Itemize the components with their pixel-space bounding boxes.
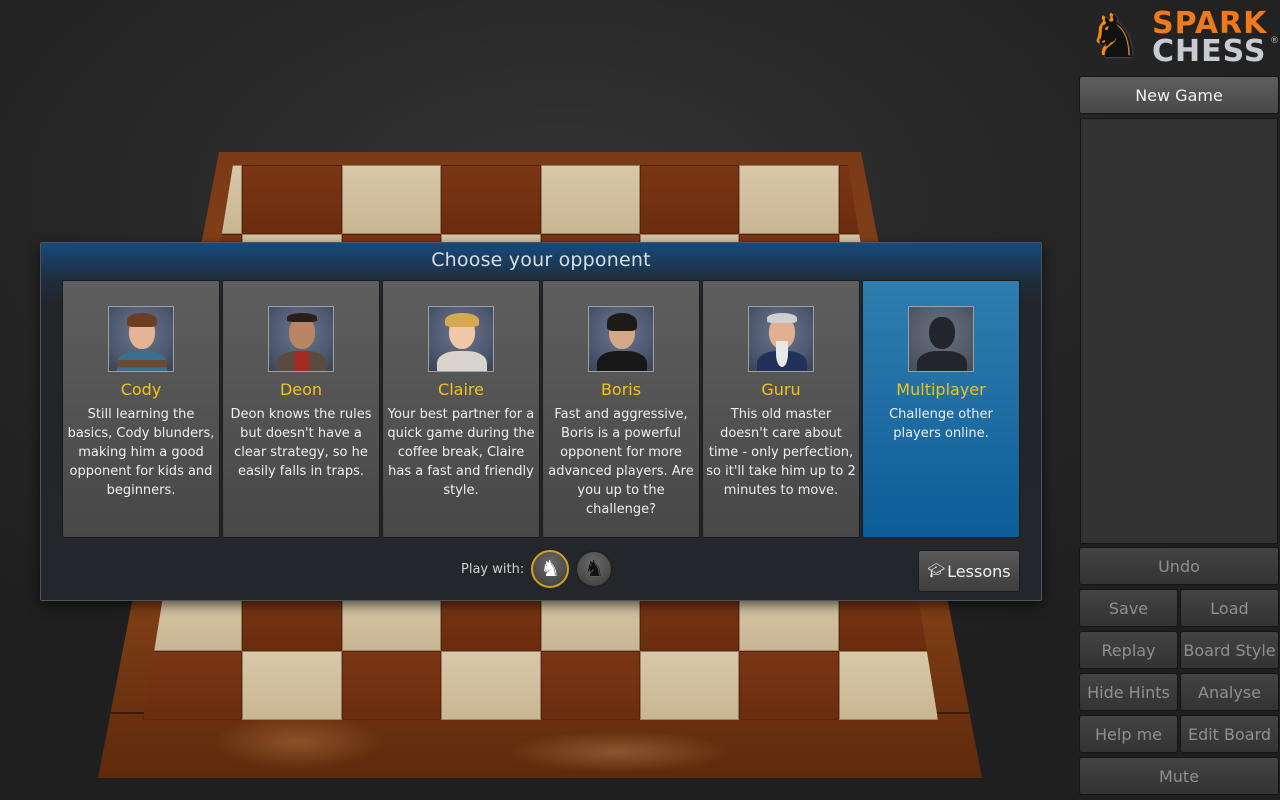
opponent-description: Deon knows the rules but doesn't have a … <box>230 407 372 479</box>
lessons-label: Lessons <box>947 561 1011 581</box>
analyse-button[interactable]: Analyse <box>1180 673 1279 711</box>
load-button[interactable]: Load <box>1180 589 1279 627</box>
edit-board-button[interactable]: Edit Board <box>1180 715 1279 753</box>
board-square[interactable] <box>143 650 243 720</box>
logo-text-chess: CHESS <box>1152 34 1267 69</box>
board-square[interactable] <box>540 650 640 720</box>
hide-hints-button[interactable]: Hide Hints <box>1079 673 1178 711</box>
opponent-name: Guru <box>761 380 801 399</box>
board-square[interactable] <box>341 165 442 235</box>
opponent-name: Deon <box>279 380 323 399</box>
white-knight-icon: ♞ <box>540 556 561 582</box>
board-square[interactable] <box>739 650 839 720</box>
black-knight-icon: ♞ <box>584 556 605 582</box>
board-square[interactable] <box>540 165 640 235</box>
opponent-name: Claire <box>438 380 484 399</box>
play-with-selector: Play with: ♞ ♞ <box>461 550 614 588</box>
dialog-title: Choose your opponent <box>431 249 651 271</box>
opponent-name: Cody <box>120 380 162 399</box>
board-square[interactable] <box>739 165 839 235</box>
board-square[interactable] <box>242 165 342 235</box>
board-square[interactable] <box>441 650 541 720</box>
opponent-card-deon[interactable]: Deon Deon knows the rules but doesn't ha… <box>222 280 380 538</box>
mute-button[interactable]: Mute <box>1079 757 1279 795</box>
knight-logo-icon: ♞ <box>1090 3 1142 71</box>
board-square[interactable] <box>341 650 442 720</box>
opponent-cards: Cody Still learning the basics, Cody blu… <box>62 280 1020 538</box>
registered-mark: ® <box>1270 36 1279 46</box>
opponent-description: This old master doesn't care about time … <box>706 407 856 498</box>
board-square[interactable] <box>441 165 541 235</box>
opponent-card-boris[interactable]: Boris Fast and aggressive, Boris is a po… <box>542 280 700 538</box>
opponent-name: Boris <box>600 380 642 399</box>
help-me-button[interactable]: Help me <box>1079 715 1178 753</box>
opponent-card-guru[interactable]: Guru This old master doesn't care about … <box>702 280 860 538</box>
deon-avatar <box>268 306 334 372</box>
board-square[interactable] <box>242 650 342 720</box>
move-history-list[interactable] <box>1080 118 1278 544</box>
board-square[interactable] <box>838 650 938 720</box>
claire-avatar <box>428 306 494 372</box>
lessons-button[interactable]: 🎓︎ Lessons <box>918 550 1020 592</box>
play-black-button[interactable]: ♞ <box>575 550 614 588</box>
silhouette-avatar-icon <box>908 306 974 372</box>
play-with-label: Play with: <box>461 561 525 577</box>
save-button[interactable]: Save <box>1079 589 1178 627</box>
board-style-button[interactable]: Board Style <box>1180 631 1279 669</box>
cody-avatar <box>108 306 174 372</box>
side-panel: ♞ SPARK CHESS ® New Game Undo Save Load … <box>1078 0 1280 800</box>
opponent-card-cody[interactable]: Cody Still learning the basics, Cody blu… <box>62 280 220 538</box>
play-white-button[interactable]: ♞ <box>531 550 570 588</box>
opponent-name: Multiplayer <box>896 380 986 399</box>
graduation-cap-icon: 🎓︎ <box>927 563 946 579</box>
choose-opponent-dialog: Choose your opponent Cody Still learning… <box>40 242 1042 601</box>
boris-avatar <box>588 306 654 372</box>
guru-avatar <box>748 306 814 372</box>
board-square[interactable] <box>639 165 740 235</box>
opponent-description: Challenge other players online. <box>889 407 993 441</box>
opponent-card-claire[interactable]: Claire Your best partner for a quick gam… <box>382 280 540 538</box>
replay-button[interactable]: Replay <box>1079 631 1178 669</box>
opponent-description: Fast and aggressive, Boris is a powerful… <box>548 407 694 517</box>
opponent-description: Still learning the basics, Cody blunders… <box>67 407 215 498</box>
new-game-button[interactable]: New Game <box>1079 76 1279 114</box>
opponent-description: Your best partner for a quick game durin… <box>387 407 535 498</box>
opponent-card-multiplayer[interactable]: Multiplayer Challenge other players onli… <box>862 280 1020 538</box>
board-square[interactable] <box>639 650 740 720</box>
undo-button[interactable]: Undo <box>1079 547 1279 585</box>
spark-chess-logo: ♞ SPARK CHESS ® <box>1088 2 1279 72</box>
